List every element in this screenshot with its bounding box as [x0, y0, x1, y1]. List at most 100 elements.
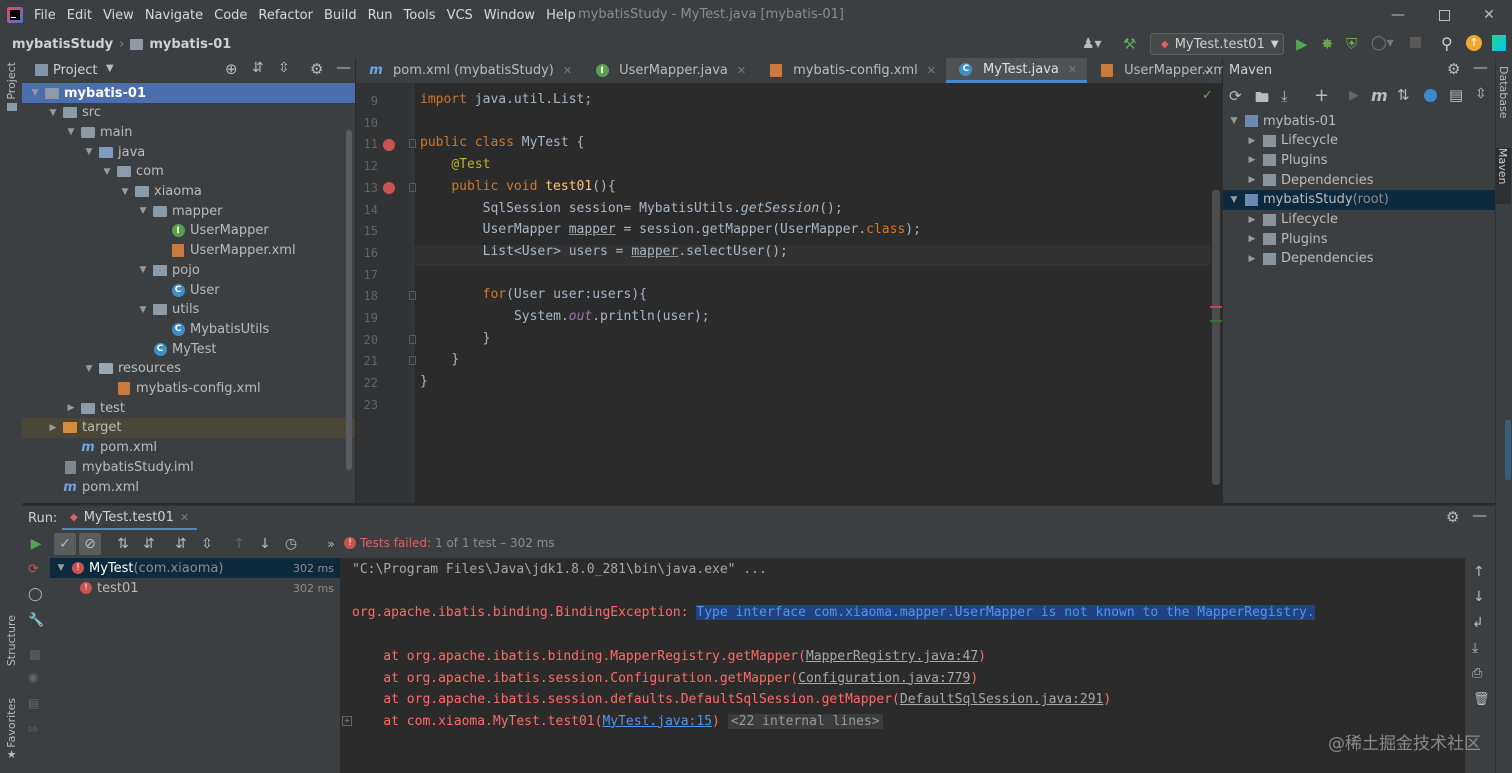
- fold-marker-icon[interactable]: [409, 291, 416, 301]
- menu-item-tools[interactable]: Tools: [404, 8, 436, 23]
- project-tree-item[interactable]: ▼ java: [22, 142, 355, 162]
- chevron-down-icon[interactable]: ▼: [1227, 195, 1241, 205]
- source-link[interactable]: MapperRegistry.java:47: [806, 649, 978, 664]
- previous-failed-icon[interactable]: ↑: [228, 533, 250, 555]
- gear-icon[interactable]: ⚙: [1446, 508, 1459, 526]
- database-tool-button[interactable]: Database: [1497, 66, 1511, 130]
- chevron-down-icon[interactable]: ▼: [1227, 116, 1241, 126]
- console-output[interactable]: [341, 558, 1465, 773]
- chevron-down-icon[interactable]: ▼: [82, 147, 96, 157]
- maven-tree-item[interactable]: ▶ Plugins: [1223, 229, 1495, 249]
- project-tree-item[interactable]: ▼ com: [22, 162, 355, 182]
- project-tree-item[interactable]: ▼ resources: [22, 359, 355, 379]
- maven-tree-item[interactable]: ▼ mybatis-01: [1223, 111, 1495, 131]
- rerun-icon[interactable]: ▶: [25, 533, 47, 555]
- source-link[interactable]: MyTest.java:15: [602, 714, 712, 729]
- maven-tree-item[interactable]: ▶ Dependencies: [1223, 170, 1495, 190]
- project-tree-item[interactable]: m pom.xml: [22, 477, 355, 497]
- project-tree-item[interactable]: m pom.xml: [22, 438, 355, 458]
- source-link[interactable]: DefaultSqlSession.java:291: [900, 692, 1104, 707]
- run-maven-icon[interactable]: ▶: [1349, 88, 1359, 103]
- editor-tab[interactable]: I UserMapper.java ✕: [582, 58, 756, 83]
- breadcrumb-module[interactable]: mybatis-01: [149, 37, 231, 52]
- search-icon[interactable]: ⚲: [1441, 34, 1453, 53]
- project-tree-item[interactable]: ▼ main: [22, 122, 355, 142]
- show-ignored-icon[interactable]: ⊘: [79, 533, 101, 555]
- print-icon[interactable]: ⎙: [1472, 666, 1482, 681]
- exit-icon[interactable]: ⇰: [28, 722, 38, 736]
- chevron-down-icon[interactable]: ▼: [118, 187, 132, 197]
- stop-icon[interactable]: [1410, 37, 1421, 48]
- layout-icon[interactable]: ▤: [28, 696, 39, 710]
- chevron-down-icon[interactable]: ▼: [136, 206, 150, 216]
- chevron-down-icon[interactable]: ▼: [82, 364, 96, 374]
- locate-icon[interactable]: ⊕: [225, 60, 238, 78]
- source-link[interactable]: Configuration.java:779: [798, 671, 970, 686]
- coverage-icon[interactable]: ⛨: [1346, 35, 1357, 53]
- project-tree-item[interactable]: ▼ pojo: [22, 260, 355, 280]
- menu-item-view[interactable]: View: [103, 8, 134, 23]
- profile-icon[interactable]: ◯▾: [1371, 35, 1394, 51]
- update-icon[interactable]: ↑: [1466, 35, 1482, 51]
- chevron-down-icon[interactable]: ▼: [136, 265, 150, 275]
- gear-icon[interactable]: ⚙: [310, 60, 323, 78]
- project-tree-item[interactable]: C User: [22, 280, 355, 300]
- rerun-failed-icon[interactable]: ⟳: [28, 562, 39, 577]
- show-passed-icon[interactable]: ✓: [54, 533, 76, 555]
- jetbrains-toolbox-icon[interactable]: [1492, 35, 1506, 51]
- project-tree-item[interactable]: C MybatisUtils: [22, 319, 355, 339]
- chevron-right-icon[interactable]: ▶: [64, 403, 78, 413]
- test-result-item[interactable]: ! test01 302 ms: [50, 578, 340, 598]
- chevron-down-icon[interactable]: ▼: [46, 108, 60, 118]
- project-tree-item[interactable]: ▼ xiaoma: [22, 182, 355, 202]
- chevron-right-icon[interactable]: ▶: [46, 423, 60, 433]
- sort-by-duration-icon[interactable]: ⇵: [138, 533, 160, 555]
- project-tree-item[interactable]: ▼ src: [22, 103, 355, 123]
- favorites-tool-button[interactable]: Favorites ★: [3, 698, 20, 761]
- maven-tree-item[interactable]: ▶ Dependencies: [1223, 249, 1495, 269]
- project-tree-item[interactable]: mybatisStudy.iml: [22, 457, 355, 477]
- editor-tab[interactable]: C MyTest.java ✕: [945, 58, 1088, 83]
- project-tree-item[interactable]: I UserMapper: [22, 221, 355, 241]
- test-history-icon[interactable]: ◷: [280, 533, 302, 555]
- editor-scrollbar[interactable]: [1212, 190, 1220, 485]
- close-tab-icon[interactable]: ✕: [737, 64, 746, 77]
- editor-tab[interactable]: m pom.xml (mybatisStudy) ✕: [356, 58, 582, 83]
- minimize-button[interactable]: —: [1375, 0, 1421, 30]
- project-tool-button[interactable]: Project: [3, 62, 20, 122]
- chevron-down-icon[interactable]: ▼: [106, 63, 114, 74]
- expand-all-icon[interactable]: ⇵: [170, 533, 192, 555]
- fold-marker-icon[interactable]: [409, 334, 416, 344]
- collapse-all-icon[interactable]: ⇳: [278, 60, 290, 76]
- stop-icon[interactable]: [30, 650, 40, 660]
- run-icon[interactable]: ▶: [1296, 35, 1308, 53]
- scroll-to-end-icon[interactable]: ⤓: [1472, 640, 1478, 656]
- menu-item-refactor[interactable]: Refactor: [258, 8, 313, 23]
- maven-tree-item[interactable]: ▶ Lifecycle: [1223, 210, 1495, 230]
- menu-item-build[interactable]: Build: [324, 8, 357, 23]
- hide-icon[interactable]: —: [336, 58, 351, 76]
- project-tree-item[interactable]: ▶ test: [22, 398, 355, 418]
- project-tree-item[interactable]: ▼ utils: [22, 300, 355, 320]
- scroll-up-icon[interactable]: ↑: [1473, 564, 1485, 580]
- close-tab-icon[interactable]: ✕: [1068, 63, 1077, 76]
- add-folder-icon[interactable]: 🖿: [1255, 87, 1269, 111]
- project-tree-item[interactable]: mybatis-config.xml: [22, 379, 355, 399]
- soft-wrap-icon[interactable]: ↲: [1472, 615, 1484, 631]
- close-tab-icon[interactable]: ✕: [180, 511, 189, 524]
- more-actions-icon[interactable]: »: [320, 533, 342, 555]
- fold-marker-icon[interactable]: [409, 356, 416, 366]
- run-configuration-select[interactable]: ◆ MyTest.test01 ▼: [1150, 33, 1284, 55]
- close-tab-icon[interactable]: ✕: [563, 64, 572, 77]
- next-failed-icon[interactable]: ↓: [254, 533, 276, 555]
- hide-icon[interactable]: —: [1473, 58, 1488, 76]
- chevron-right-icon[interactable]: ▶: [1245, 234, 1259, 244]
- collapse-icon[interactable]: ⇳: [1475, 86, 1487, 102]
- menu-item-vcs[interactable]: VCS: [447, 8, 473, 23]
- project-tree-item[interactable]: C MyTest: [22, 339, 355, 359]
- breadcrumb-project[interactable]: mybatisStudy: [12, 37, 113, 52]
- download-icon[interactable]: ⤓: [1281, 87, 1288, 105]
- maximize-button[interactable]: [1421, 0, 1467, 30]
- expand-all-icon[interactable]: ⇵: [252, 60, 264, 76]
- internal-lines-fold[interactable]: <22 internal lines>: [727, 713, 883, 729]
